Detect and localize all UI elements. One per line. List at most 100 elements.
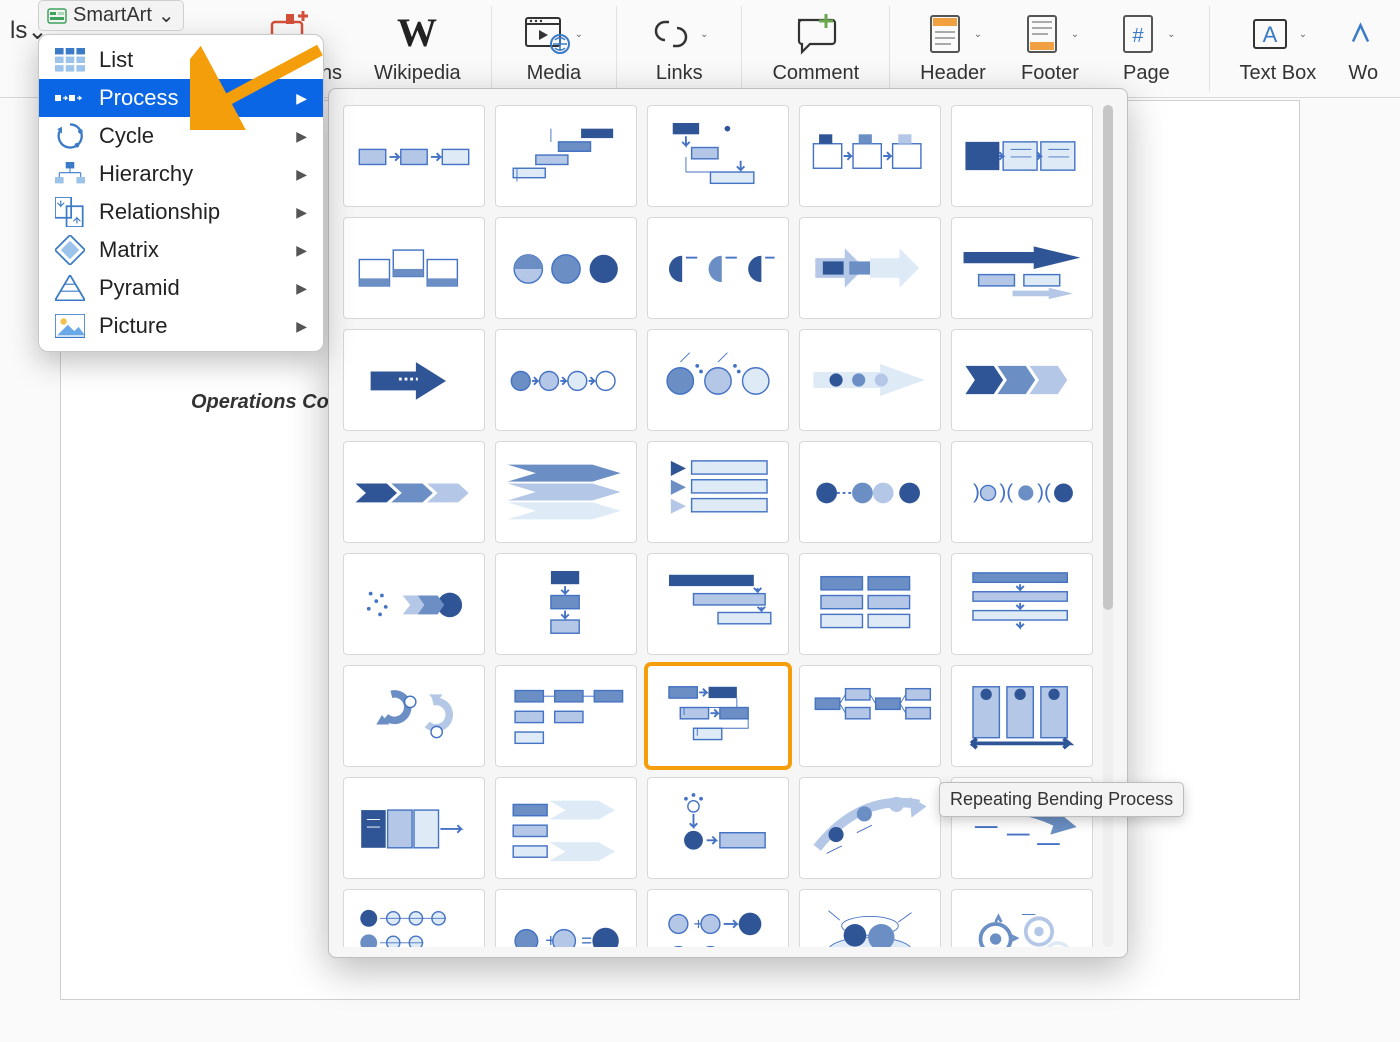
svg-text:A: A — [1262, 22, 1277, 47]
gallery-tile-21[interactable] — [495, 553, 637, 655]
media-button[interactable]: ⌄ Media — [516, 6, 592, 87]
gallery-tile-22[interactable] — [647, 553, 789, 655]
gallery-tile-12[interactable] — [647, 329, 789, 431]
menu-item-label: Pyramid — [99, 275, 282, 301]
menu-item-pyramid[interactable]: Pyramid ▶ — [39, 269, 323, 307]
menu-item-picture[interactable]: Picture ▶ — [39, 307, 323, 345]
relationship-icon — [55, 199, 85, 225]
process-icon — [55, 85, 85, 111]
gallery-tile-32[interactable] — [647, 777, 789, 879]
picture-icon — [55, 313, 85, 339]
gallery-tile-19[interactable]: ))()( — [951, 441, 1093, 543]
gallery-tile-13[interactable] — [799, 329, 941, 431]
gallery-tile-10[interactable] — [343, 329, 485, 431]
submenu-arrow-icon: ▶ — [296, 280, 307, 297]
submenu-arrow-icon: ▶ — [296, 166, 307, 183]
menu-item-cycle[interactable]: Cycle ▶ — [39, 117, 323, 155]
menu-item-label: Relationship — [99, 199, 282, 225]
gallery-tile-28[interactable] — [799, 665, 941, 767]
header-icon — [921, 10, 969, 58]
menu-item-hierarchy[interactable]: Hierarchy ▶ — [39, 155, 323, 193]
gallery-tile-7[interactable] — [647, 217, 789, 319]
media-label: Media — [527, 62, 581, 85]
gallery-tile-26[interactable] — [495, 665, 637, 767]
gallery-tile-18[interactable] — [799, 441, 941, 543]
gallery-tile-16[interactable] — [495, 441, 637, 543]
smartart-button[interactable]: SmartArt ⌄ — [38, 0, 184, 31]
gallery-tile-33[interactable] — [799, 777, 941, 879]
gallery-tile-25[interactable] — [343, 665, 485, 767]
gallery-scrollbar[interactable] — [1103, 105, 1113, 947]
page-number-button[interactable]: # ⌄ Page — [1108, 6, 1184, 87]
submenu-arrow-icon: ▶ — [296, 204, 307, 221]
gallery-tile-3[interactable] — [799, 105, 941, 207]
menu-item-matrix[interactable]: Matrix ▶ — [39, 231, 323, 269]
wordart-button-truncated[interactable]: Wo — [1342, 6, 1384, 87]
smartart-icon — [47, 6, 67, 26]
textbox-label: Text Box — [1240, 62, 1317, 85]
wordart-icon — [1348, 10, 1378, 58]
hierarchy-icon — [55, 161, 85, 187]
menu-item-label: Picture — [99, 313, 282, 339]
pyramid-icon — [55, 275, 85, 301]
menu-item-label: List — [99, 47, 282, 73]
gallery-tile-29[interactable] — [951, 665, 1093, 767]
submenu-arrow-icon: ▶ — [296, 318, 307, 335]
gallery-tile-6[interactable] — [495, 217, 637, 319]
gallery-tile-11[interactable] — [495, 329, 637, 431]
header-button[interactable]: ⌄ Header — [914, 6, 992, 87]
gallery-tile-14[interactable] — [951, 329, 1093, 431]
gallery-tile-15[interactable] — [343, 441, 485, 543]
gallery-tile-31[interactable] — [495, 777, 637, 879]
gallery-tile-38[interactable] — [799, 889, 941, 947]
submenu-arrow-icon: ▶ — [296, 52, 307, 69]
svg-text:#: # — [1133, 25, 1145, 47]
gallery-tile-39[interactable] — [951, 889, 1093, 947]
wikipedia-button[interactable]: W Wikipedia — [368, 6, 467, 87]
chevron-down-icon: ⌄ — [971, 29, 985, 40]
textbox-button[interactable]: A ⌄ Text Box — [1234, 6, 1323, 87]
gallery-tile-35[interactable] — [343, 889, 485, 947]
submenu-arrow-icon: ▶ — [296, 128, 307, 145]
scrollbar-thumb[interactable] — [1103, 105, 1113, 610]
menu-item-process[interactable]: Process ▶ — [39, 79, 323, 117]
media-icon — [522, 10, 570, 58]
chevron-down-icon: ⌄ — [1296, 29, 1310, 40]
svg-text:W: W — [397, 10, 437, 55]
gallery-tile-2[interactable] — [647, 105, 789, 207]
gallery-tile-27[interactable] — [647, 665, 789, 767]
comment-button[interactable]: Comment — [766, 6, 865, 87]
gallery-tile-17[interactable] — [647, 441, 789, 543]
gallery-tile-23[interactable] — [799, 553, 941, 655]
menu-item-label: Process — [99, 85, 282, 111]
page-number-label: Page — [1123, 62, 1170, 85]
chevron-down-icon: ⌄ — [572, 29, 586, 40]
gallery-tile-9[interactable] — [951, 217, 1093, 319]
cycle-icon — [55, 123, 85, 149]
gallery-tile-4[interactable] — [951, 105, 1093, 207]
chevron-down-icon: ⌄ — [1164, 29, 1178, 40]
footer-button[interactable]: ⌄ Footer — [1012, 6, 1088, 87]
links-icon — [647, 10, 695, 58]
gallery-tile-24[interactable] — [951, 553, 1093, 655]
gallery-tile-0[interactable] — [343, 105, 485, 207]
gallery-tile-20[interactable] — [343, 553, 485, 655]
svg-text:): ) — [973, 481, 980, 504]
chevron-down-icon: ⌄ — [697, 29, 711, 40]
links-label: Links — [656, 62, 703, 85]
gallery-tile-1[interactable] — [495, 105, 637, 207]
menu-item-list[interactable]: List ▶ — [39, 41, 323, 79]
wikipedia-label: Wikipedia — [374, 62, 461, 85]
gallery-tile-8[interactable] — [799, 217, 941, 319]
gallery-tile-36[interactable]: += — [495, 889, 637, 947]
chevron-down-icon: ⌄ — [158, 3, 175, 28]
smartart-category-menu: List ▶ Process ▶ Cycle ▶ Hierarchy ▶ Rel… — [38, 34, 324, 352]
menu-item-label: Matrix — [99, 237, 282, 263]
links-button[interactable]: ⌄ Links — [641, 6, 717, 87]
gallery-tile-37[interactable]: + — [647, 889, 789, 947]
page-number-icon: # — [1114, 10, 1162, 58]
gallery-tooltip: Repeating Bending Process — [939, 782, 1184, 817]
menu-item-relationship[interactable]: Relationship ▶ — [39, 193, 323, 231]
gallery-tile-5[interactable] — [343, 217, 485, 319]
gallery-tile-30[interactable] — [343, 777, 485, 879]
